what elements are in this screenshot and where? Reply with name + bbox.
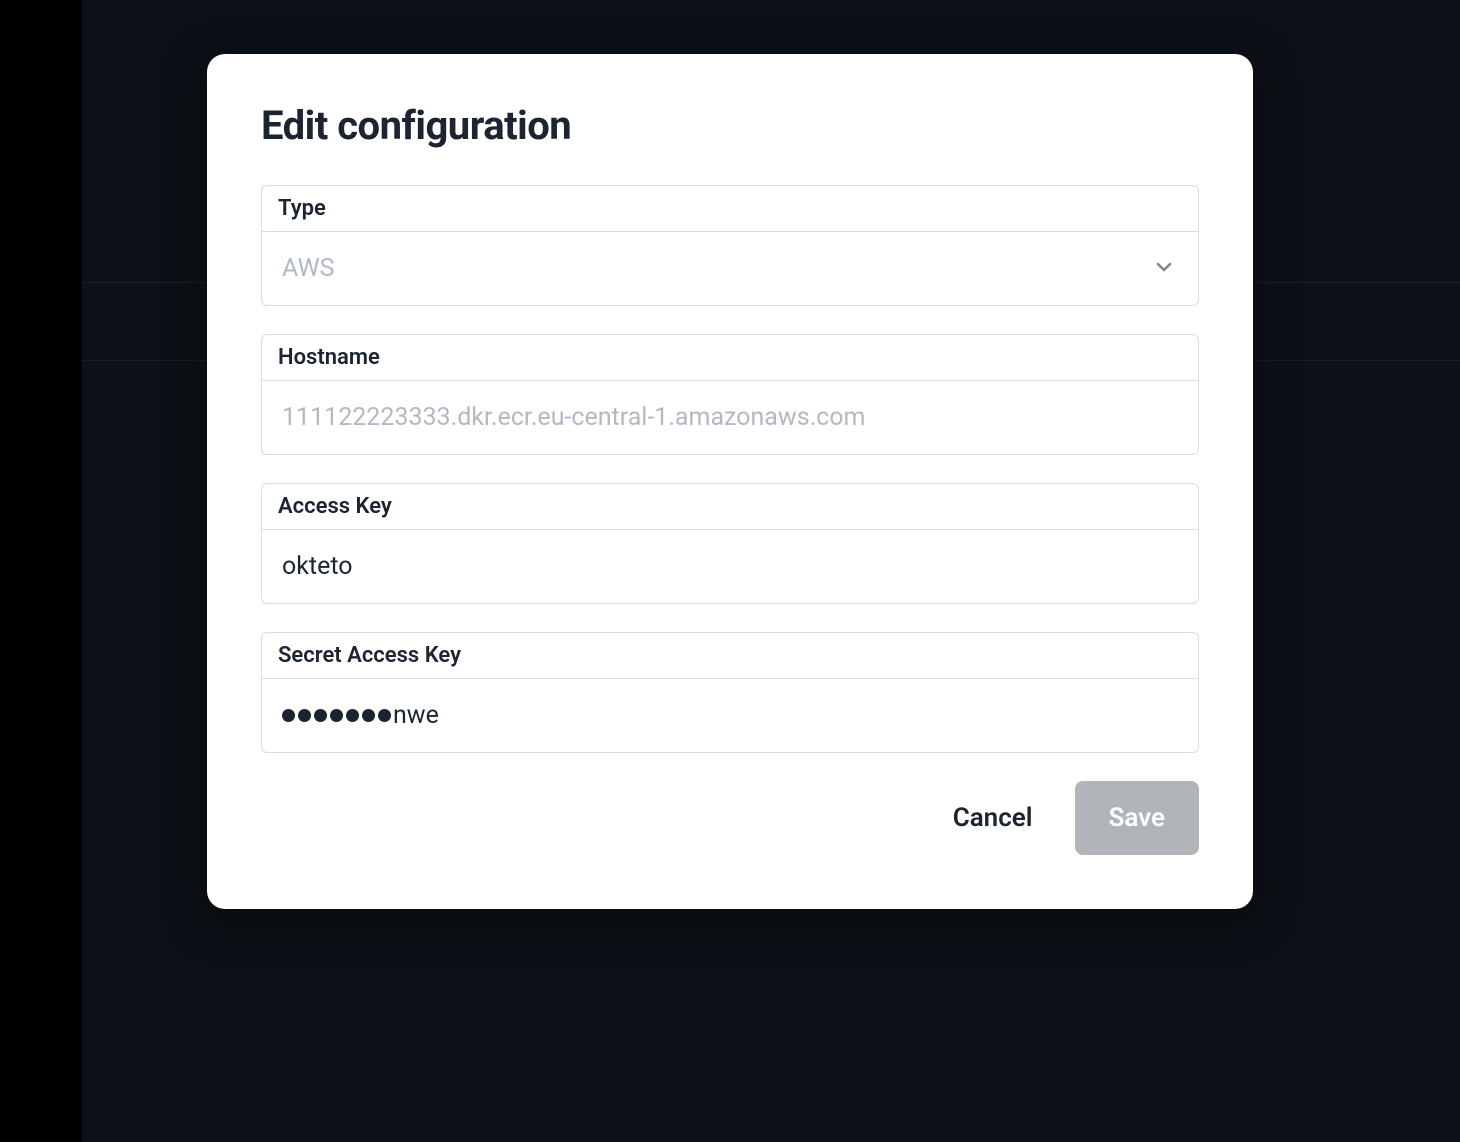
modal-title: Edit configuration bbox=[261, 102, 1199, 149]
access-key-field-group: Access Key bbox=[261, 483, 1199, 604]
modal-actions: Cancel Save bbox=[261, 781, 1199, 855]
hostname-field-group: Hostname bbox=[261, 334, 1199, 455]
secret-access-key-label: Secret Access Key bbox=[262, 633, 1198, 679]
type-select[interactable]: AWS bbox=[262, 232, 1198, 305]
secret-access-key-field-group: Secret Access Key nwe bbox=[261, 632, 1199, 753]
cancel-button[interactable]: Cancel bbox=[953, 803, 1033, 833]
access-key-input[interactable] bbox=[262, 530, 1198, 603]
type-field-group: Type AWS bbox=[261, 185, 1199, 306]
type-selected-value: AWS bbox=[262, 232, 1198, 305]
modal-overlay: Edit configuration Type AWS Hostname Acc… bbox=[0, 0, 1460, 1142]
secret-access-key-value: nwe bbox=[262, 679, 1198, 752]
secret-access-key-input[interactable]: nwe bbox=[262, 679, 1198, 752]
save-button[interactable]: Save bbox=[1075, 781, 1200, 855]
edit-configuration-modal: Edit configuration Type AWS Hostname Acc… bbox=[207, 54, 1253, 909]
type-label: Type bbox=[262, 186, 1198, 232]
access-key-label: Access Key bbox=[262, 484, 1198, 530]
hostname-label: Hostname bbox=[262, 335, 1198, 381]
hostname-input[interactable] bbox=[262, 381, 1198, 454]
